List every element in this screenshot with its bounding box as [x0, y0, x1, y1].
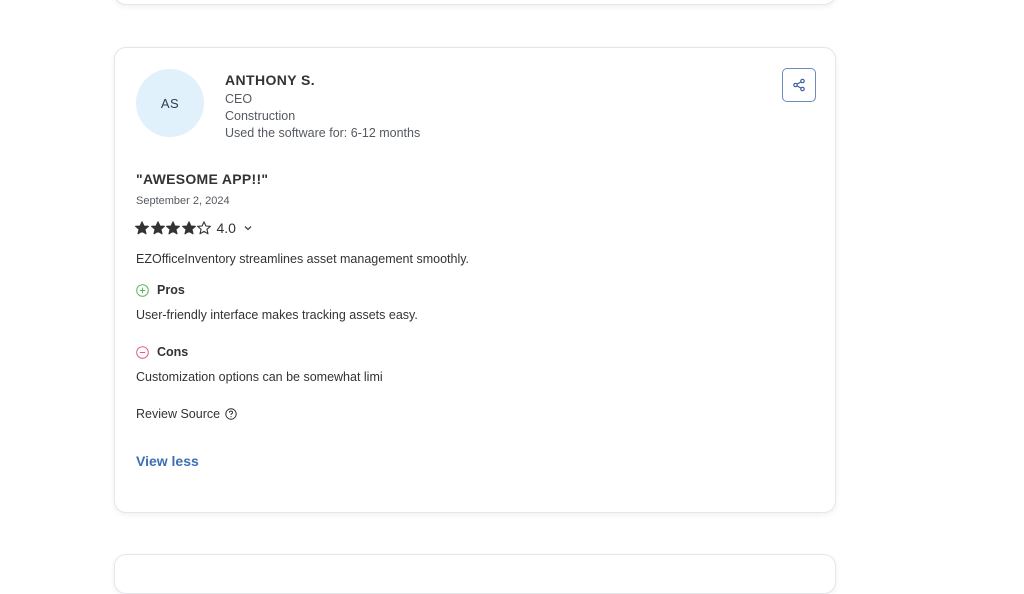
- review-date: September 2, 2024: [136, 195, 230, 207]
- previous-review-card: [114, 0, 836, 5]
- rating-details-toggle[interactable]: [243, 223, 253, 233]
- plus-circle-icon: [136, 283, 149, 297]
- pros-text: User-friendly interface makes tracking a…: [136, 308, 418, 322]
- cons-heading: Cons: [136, 345, 188, 359]
- pros-heading: Pros: [136, 283, 185, 297]
- rating-value: 4.0: [216, 220, 236, 236]
- cons-label: Cons: [157, 345, 189, 359]
- pros-label: Pros: [157, 283, 185, 297]
- star-filled-icon: [166, 221, 180, 235]
- usage-duration: Used the software for: 6-12 months: [225, 126, 421, 140]
- next-review-card: [114, 554, 836, 594]
- rating: 4.0: [135, 219, 253, 237]
- reviewer-info: ANTHONY S. CEO Construction Used the sof…: [225, 71, 420, 142]
- star-filled-icon: [181, 221, 196, 235]
- star-empty-icon: [197, 221, 211, 235]
- avatar: AS: [136, 69, 204, 137]
- star-filled-icon: [150, 221, 165, 235]
- question-circle-icon[interactable]: [225, 408, 237, 420]
- minus-circle-icon: [136, 345, 149, 359]
- reviewer-role: CEO: [225, 92, 253, 106]
- view-less-link[interactable]: View less: [136, 453, 199, 469]
- reviewer-industry: Construction: [225, 109, 296, 123]
- review-source: Review Source: [136, 407, 237, 421]
- review-card: AS ANTHONY S. CEO Construction Used the …: [114, 47, 836, 513]
- review-source-label: Review Source: [136, 407, 221, 421]
- review-title: "AWESOME APP!!": [136, 171, 269, 187]
- rating-stars: [135, 221, 213, 235]
- reviewer-name: ANTHONY S.: [225, 72, 316, 88]
- share-button[interactable]: [782, 68, 816, 102]
- star-filled-icon: [135, 221, 149, 235]
- share-icon: [793, 78, 805, 92]
- review-body: EZOfficeInventory streamlines asset mana…: [136, 252, 470, 266]
- cons-text: Customization options can be somewhat li…: [136, 370, 383, 384]
- chevron-down-icon: [244, 226, 252, 231]
